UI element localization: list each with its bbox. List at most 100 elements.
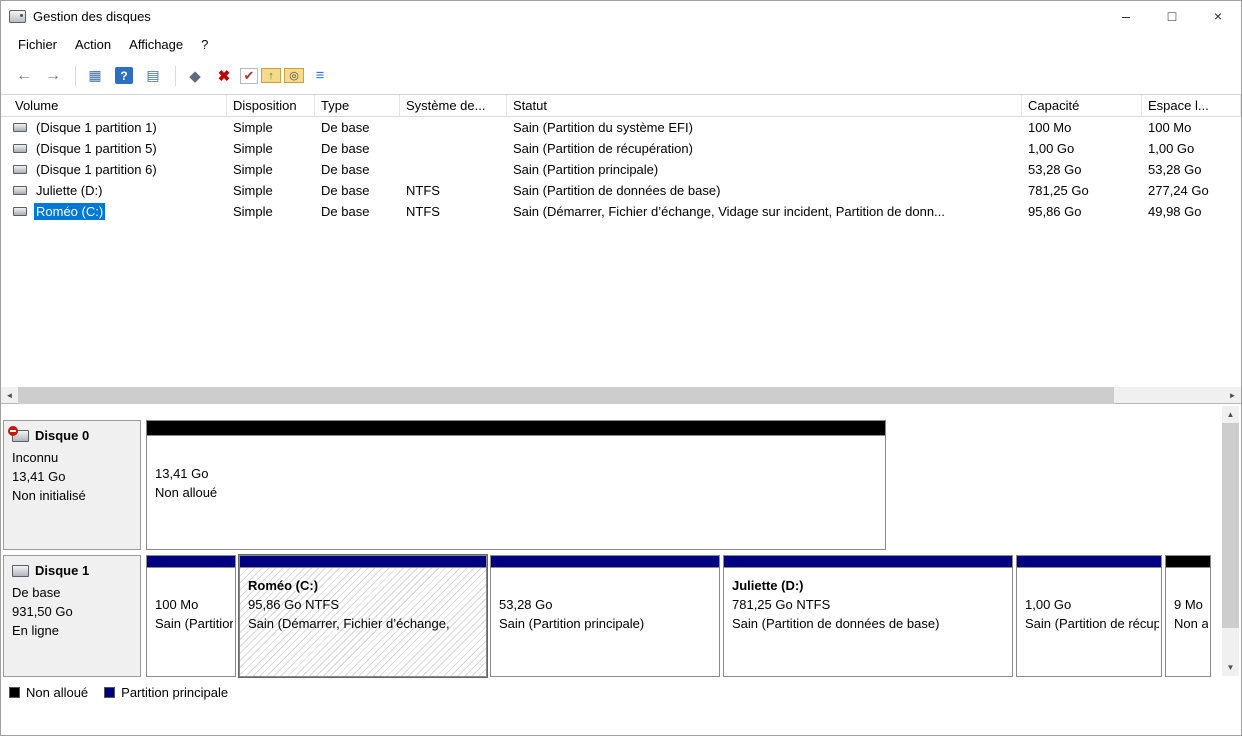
minimize-button[interactable]: –	[1103, 1, 1149, 31]
horizontal-scrollbar[interactable]: ◄ ►	[1, 387, 1241, 404]
partition-title	[499, 576, 717, 595]
partition-recuperation[interactable]: 1,00 Go Sain (Partition de récupération)	[1016, 555, 1162, 677]
table-row[interactable]: (Disque 1 partition 5) Simple De base Sa…	[1, 138, 1241, 159]
cell-capacite: 100 Mo	[1022, 120, 1142, 135]
properties-icon[interactable]: ◆	[182, 64, 208, 88]
legend: Non alloué Partition principale	[3, 685, 1241, 700]
menu-action[interactable]: Action	[66, 34, 120, 55]
cell-type: De base	[315, 204, 400, 219]
volume-list: Volume Disposition Type Système de... St…	[1, 95, 1241, 387]
delete-icon[interactable]: ✖	[211, 64, 237, 88]
scroll-left-icon[interactable]: ◄	[1, 387, 18, 404]
partition-unallocated-small[interactable]: 9 Mo Non alloué	[1165, 555, 1211, 677]
table-row[interactable]: (Disque 1 partition 1) Simple De base Sa…	[1, 117, 1241, 138]
volume-name: (Disque 1 partition 5)	[34, 140, 159, 157]
disk0-unallocated-partition[interactable]: 13,41 Go Non alloué	[146, 420, 886, 550]
column-header-disposition[interactable]: Disposition	[227, 95, 315, 117]
help-glyph: ?	[115, 67, 133, 84]
partition-color-band	[147, 556, 235, 568]
scrollbar-thumb[interactable]	[1222, 423, 1239, 628]
partition-status: Sain (Partition de récupération)	[1025, 614, 1159, 633]
table-row-selected[interactable]: Roméo (C:) Simple De base NTFS Sain (Dém…	[1, 201, 1241, 222]
scroll-up-icon[interactable]: ▲	[1222, 406, 1239, 423]
graphical-view: Disque 0 Inconnu 13,41 Go Non initialisé…	[1, 404, 1241, 707]
disk0-info-panel[interactable]: Disque 0 Inconnu 13,41 Go Non initialisé	[3, 420, 141, 550]
partition-size: 781,25 Go NTFS	[732, 595, 1010, 614]
menu-help[interactable]: ?	[192, 34, 217, 55]
scrollbar-thumb[interactable]	[18, 387, 1114, 404]
partition-color-band	[724, 556, 1012, 568]
volume-name: Juliette (D:)	[34, 182, 104, 199]
column-header-capacite[interactable]: Capacité	[1022, 95, 1142, 117]
partition-efi[interactable]: 100 Mo Sain (Partition du système EFI)	[146, 555, 236, 677]
partition-principale[interactable]: 53,28 Go Sain (Partition principale)	[490, 555, 720, 677]
disk0-row: Disque 0 Inconnu 13,41 Go Non initialisé…	[3, 420, 1211, 550]
back-icon[interactable]: ←	[11, 64, 37, 88]
vertical-scrollbar[interactable]: ▲ ▼	[1222, 406, 1239, 676]
legend-item-primary: Partition principale	[104, 685, 228, 700]
maximize-button[interactable]: □	[1149, 1, 1195, 31]
partition-color-band	[491, 556, 719, 568]
disk0-error-icon	[12, 430, 29, 442]
cell-statut: Sain (Démarrer, Fichier d’échange, Vidag…	[507, 204, 1022, 219]
table-row[interactable]: Juliette (D:) Simple De base NTFS Sain (…	[1, 180, 1241, 201]
help-icon[interactable]: ?	[111, 64, 137, 88]
volume-icon	[13, 186, 27, 195]
scroll-right-icon[interactable]: ►	[1224, 387, 1241, 404]
list-view-icon[interactable]: ≡	[307, 64, 333, 88]
folder-up-icon[interactable]: ↑	[261, 68, 281, 83]
menu-fichier[interactable]: Fichier	[9, 34, 66, 55]
volume-name: (Disque 1 partition 1)	[34, 119, 159, 136]
partition-size: 1,00 Go	[1025, 595, 1159, 614]
partition-title	[1025, 576, 1159, 595]
menu-affichage[interactable]: Affichage	[120, 34, 192, 55]
column-header-volume[interactable]: Volume	[1, 95, 227, 117]
cell-capacite: 1,00 Go	[1022, 141, 1142, 156]
column-header-espace-libre[interactable]: Espace l...	[1142, 95, 1241, 117]
volume-icon	[13, 123, 27, 132]
disk1-graphic: 100 Mo Sain (Partition du système EFI) R…	[146, 555, 1211, 677]
partition-status: Sain (Démarrer, Fichier d’échange,	[248, 614, 484, 633]
partition-title: Roméo (C:)	[248, 576, 484, 595]
partition-title	[155, 576, 233, 595]
cell-statut: Sain (Partition de récupération)	[507, 141, 1022, 156]
cell-filesystem: NTFS	[400, 204, 507, 219]
partition-status: Sain (Partition principale)	[499, 614, 717, 633]
app-icon	[9, 10, 26, 23]
disk1-type: De base	[12, 583, 134, 602]
partition-color-band	[1017, 556, 1161, 568]
partition-size: 9 Mo	[1174, 595, 1208, 614]
cell-disposition: Simple	[227, 162, 315, 177]
cell-statut: Sain (Partition du système EFI)	[507, 120, 1022, 135]
cell-capacite: 781,25 Go	[1022, 183, 1142, 198]
legend-swatch-unallocated	[9, 687, 20, 698]
scrollbar-track[interactable]	[1222, 628, 1239, 659]
disk0-name: Disque 0	[35, 428, 89, 443]
task-dialog-icon[interactable]: ✔	[240, 68, 258, 84]
cell-espace-libre: 53,28 Go	[1142, 162, 1241, 177]
disk-management-window: Gestion des disques – □ × Fichier Action…	[0, 0, 1242, 736]
volume-name: Roméo (C:)	[34, 203, 105, 220]
folder-search-icon[interactable]: ◎	[284, 68, 304, 83]
column-header-filesystem[interactable]: Système de...	[400, 95, 507, 117]
volume-list-header: Volume Disposition Type Système de... St…	[1, 95, 1241, 117]
volume-icon	[13, 144, 27, 153]
column-header-type[interactable]: Type	[315, 95, 400, 117]
disk1-info-panel[interactable]: Disque 1 De base 931,50 Go En ligne	[3, 555, 141, 677]
table-row[interactable]: (Disque 1 partition 6) Simple De base Sa…	[1, 159, 1241, 180]
column-header-statut[interactable]: Statut	[507, 95, 1022, 117]
partition-status: Sain (Partition du système EFI)	[155, 614, 233, 633]
disk1-size: 931,50 Go	[12, 602, 134, 621]
scrollbar-track[interactable]	[18, 387, 1224, 403]
show-console-tree-icon[interactable]: ▦	[82, 64, 108, 88]
toolbar-separator	[175, 66, 176, 86]
legend-label: Partition principale	[121, 685, 228, 700]
export-list-icon[interactable]: ▤	[140, 64, 166, 88]
partition-juliette-d[interactable]: Juliette (D:) 781,25 Go NTFS Sain (Parti…	[723, 555, 1013, 677]
forward-icon[interactable]: →	[40, 64, 66, 88]
legend-item-unallocated: Non alloué	[9, 685, 88, 700]
partition-romeo-c[interactable]: Roméo (C:) 95,86 Go NTFS Sain (Démarrer,…	[239, 555, 487, 677]
close-button[interactable]: ×	[1195, 1, 1241, 31]
toolbar-separator	[75, 66, 76, 86]
scroll-down-icon[interactable]: ▼	[1222, 659, 1239, 676]
